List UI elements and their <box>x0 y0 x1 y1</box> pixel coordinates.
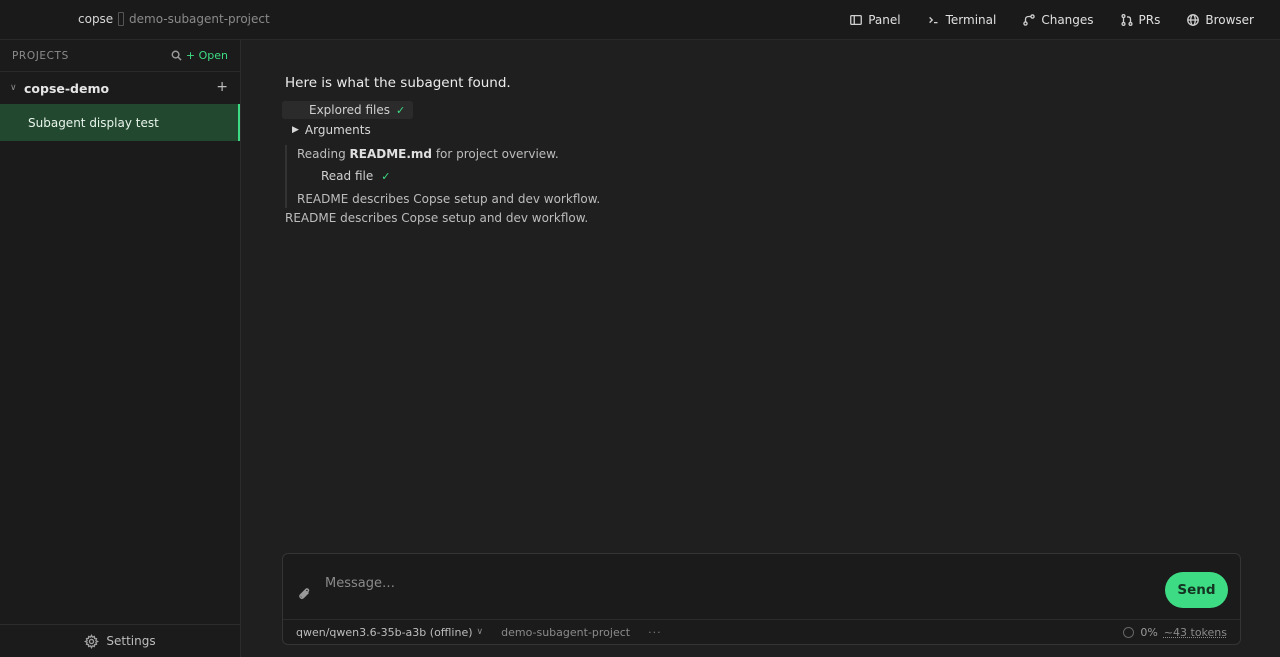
message-composer: Send qwen/qwen3.6-35b-a3b (offline) ∨ de… <box>282 553 1241 645</box>
project-row[interactable]: ∨ copse-demo + <box>0 72 240 104</box>
add-session-button[interactable]: + <box>216 79 228 95</box>
chat-main: Here is what the subagent found. Explore… <box>241 40 1280 657</box>
check-icon: ✓ <box>396 103 406 117</box>
read-file-tool-call[interactable]: Read file ✓ <box>321 169 390 183</box>
settings-button[interactable]: Settings <box>0 624 240 657</box>
changes-icon <box>1023 14 1036 26</box>
subagent-reading-line: Reading README.md for project overview. <box>297 147 559 161</box>
project-name: copse-demo <box>24 80 110 96</box>
more-options-button[interactable]: ··· <box>648 626 662 639</box>
globe-icon <box>1187 14 1200 26</box>
working-directory[interactable]: demo-subagent-project <box>501 626 630 639</box>
open-project-button[interactable]: + Open <box>186 49 228 62</box>
sidebar-item-session[interactable]: Subagent display test <box>0 104 240 141</box>
caret-right-icon: ▶ <box>292 125 299 135</box>
model-selector[interactable]: qwen/qwen3.6-35b-a3b (offline) ∨ <box>296 626 483 639</box>
changes-button[interactable]: Changes <box>1022 13 1094 27</box>
browser-label: Browser <box>1205 13 1254 27</box>
context-ring-icon <box>1123 626 1135 638</box>
composer-footer: qwen/qwen3.6-35b-a3b (offline) ∨ demo-su… <box>283 619 1240 644</box>
changes-label: Changes <box>1041 13 1094 27</box>
terminal-icon <box>928 16 938 24</box>
assistant-summary: README describes Copse setup and dev wor… <box>285 211 589 225</box>
terminal-label: Terminal <box>945 13 997 27</box>
chevron-down-icon[interactable]: ∨ <box>10 83 24 93</box>
search-icon[interactable] <box>171 50 182 61</box>
sidebar-header: PROJECTS + Open <box>0 40 240 72</box>
arguments-toggle[interactable]: ▶ Arguments <box>292 123 371 137</box>
sidebar-tools: + Open <box>171 49 228 62</box>
arguments-label: Arguments <box>304 123 371 137</box>
explored-files-tool-call[interactable]: Explored files ✓ <box>282 101 414 119</box>
app-brand: copse <box>78 12 114 26</box>
reading-suffix: for project overview. <box>432 147 559 161</box>
check-icon: ✓ <box>381 169 391 183</box>
top-actions: Panel Terminal Changes PRs Browser <box>849 0 1254 40</box>
browser-button[interactable]: Browser <box>1186 13 1254 27</box>
top-bar: copse demo-subagent-project Panel Termin… <box>0 0 1280 40</box>
terminal-button[interactable]: Terminal <box>927 13 997 27</box>
reading-prefix: Reading <box>297 147 350 161</box>
panel-icon <box>850 14 863 26</box>
subagent-result-line: README describes Copse setup and dev wor… <box>297 192 601 206</box>
chevron-down-icon: ∨ <box>476 627 484 637</box>
message-input[interactable] <box>325 572 1125 594</box>
settings-label: Settings <box>106 634 156 648</box>
token-count[interactable]: ~43 tokens <box>1164 626 1227 639</box>
gear-icon <box>84 633 100 649</box>
paperclip-icon <box>299 588 310 600</box>
usage-percent: 0% <box>1140 625 1158 639</box>
send-button[interactable]: Send <box>1165 572 1228 608</box>
prs-button[interactable]: PRs <box>1120 13 1161 27</box>
breadcrumb-separator <box>118 12 124 26</box>
breadcrumb-project[interactable]: demo-subagent-project <box>129 12 270 26</box>
sidebar: PROJECTS + Open ∨ copse-demo + Subagent … <box>0 40 241 657</box>
tool-call-label: Explored files <box>309 103 390 117</box>
panel-button[interactable]: Panel <box>849 13 901 27</box>
prs-label: PRs <box>1138 13 1161 27</box>
assistant-message-heading: Here is what the subagent found. <box>285 75 511 91</box>
pull-request-icon <box>1120 14 1133 26</box>
sidebar-title: PROJECTS <box>12 49 69 62</box>
model-name: qwen/qwen3.6-35b-a3b (offline) <box>296 625 473 639</box>
subagent-output: Reading README.md for project overview. … <box>285 145 785 208</box>
attach-button[interactable] <box>297 586 313 606</box>
context-usage: 0% ~43 tokens <box>1123 626 1227 639</box>
reading-file: README.md <box>349 147 433 161</box>
read-file-label: Read file <box>321 169 374 183</box>
panel-label: Panel <box>868 13 901 27</box>
app-window: copse demo-subagent-project Panel Termin… <box>0 0 1280 657</box>
